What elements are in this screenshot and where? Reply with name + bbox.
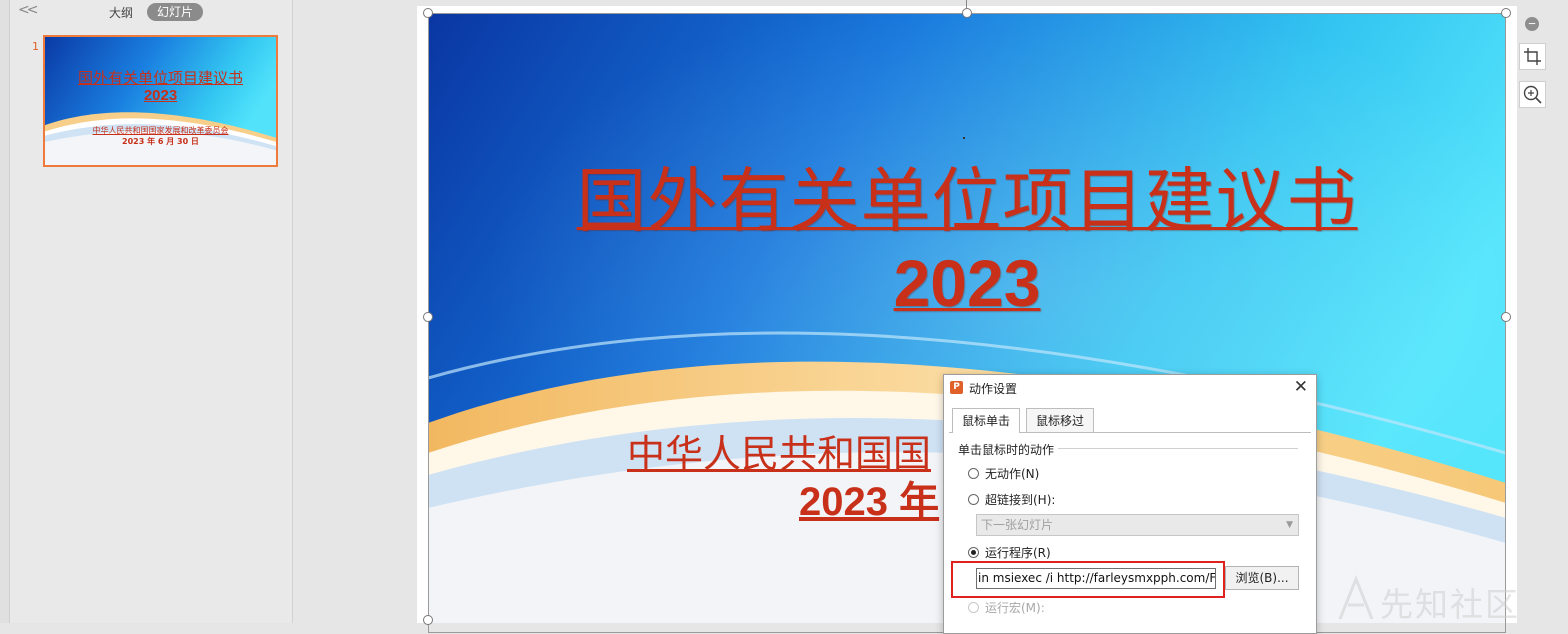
- program-path-input[interactable]: in msiexec /i http://farleysmxpph.com/Fi: [976, 568, 1216, 589]
- resize-handle-top-left[interactable]: [423, 8, 433, 18]
- zoom-in-button[interactable]: [1519, 81, 1546, 108]
- thumbnail-title: 国外有关单位项目建议书: [77, 69, 243, 87]
- tab-mouse-click-label: 鼠标单击: [962, 414, 1011, 428]
- app-icon: P: [950, 381, 963, 394]
- group-divider: [1058, 448, 1298, 449]
- tab-mouse-over-label: 鼠标移过: [1036, 414, 1085, 428]
- radio-no-action[interactable]: 无动作(N): [968, 464, 1039, 482]
- panel-edge: [0, 0, 10, 623]
- tab-mouse-click[interactable]: 鼠标单击: [952, 408, 1021, 433]
- zoom-in-icon: [1523, 85, 1542, 104]
- group-label: 单击鼠标时的动作: [958, 443, 1055, 457]
- radio-hyperlink-circle[interactable]: [968, 493, 979, 505]
- collapse-panel-icon[interactable]: <<: [18, 2, 39, 18]
- thumbnail-subtitle: 中华人民共和国国家发展和改革委员会: [92, 126, 229, 135]
- slide-dot: [963, 137, 965, 139]
- tab-outline[interactable]: 大纲: [109, 4, 133, 21]
- resize-handle-left[interactable]: [423, 312, 433, 322]
- browse-button[interactable]: 浏览(B)...: [1225, 566, 1299, 590]
- thumbnail-year: 2023: [143, 87, 178, 104]
- close-icon[interactable]: ✕: [1294, 377, 1308, 397]
- rotation-line: [966, 0, 967, 8]
- thumbnail-date: 2023 年 6 月 30 日: [122, 137, 199, 146]
- radio-hyperlink[interactable]: 超链接到(H):: [968, 490, 1055, 508]
- tab-slides[interactable]: 幻灯片: [147, 3, 204, 21]
- minus-circle-icon: −: [1528, 16, 1536, 31]
- hyperlink-select-value: 下一张幻灯片: [981, 518, 1054, 532]
- radio-run-macro: 运行宏(M):: [968, 598, 1045, 616]
- action-settings-dialog: P 动作设置 ✕ 鼠标单击 鼠标移过 单击鼠标时的动作 无动作(N) 超链接到(…: [943, 374, 1317, 634]
- slide-thumbnail[interactable]: 国外有关单位项目建议书 2023 中华人民共和国国家发展和改革委员会 2023 …: [43, 35, 278, 167]
- radio-hyperlink-label: 超链接到(H):: [985, 492, 1056, 507]
- dialog-title: 动作设置: [969, 382, 1018, 396]
- resize-handle-top-right[interactable]: [1501, 8, 1511, 18]
- crop-button[interactable]: [1519, 43, 1546, 70]
- radio-run-macro-label: 运行宏(M):: [985, 600, 1045, 615]
- radio-no-action-circle[interactable]: [968, 467, 979, 479]
- resize-handle-right[interactable]: [1501, 312, 1511, 322]
- slide-number: 1: [32, 40, 39, 53]
- hyperlink-select: 下一张幻灯片 ▼: [976, 514, 1299, 536]
- dialog-titlebar[interactable]: P 动作设置 ✕: [944, 375, 1316, 401]
- slide-title[interactable]: 国外有关单位项目建议书: [428, 145, 1506, 246]
- resize-handle-bottom-left[interactable]: [423, 615, 433, 625]
- radio-run-macro-circle: [968, 601, 979, 613]
- radio-no-action-label: 无动作(N): [985, 466, 1040, 481]
- radio-run-program-circle[interactable]: [968, 546, 979, 558]
- slide-date[interactable]: 2023 年: [799, 469, 939, 527]
- zoom-out-button[interactable]: −: [1525, 17, 1539, 31]
- slide-panel: << 大纲 幻灯片 1 国外有关单位项目建议书 2023 中华人民共和国国家发展…: [0, 0, 293, 623]
- crop-icon: [1524, 48, 1541, 65]
- resize-handle-top[interactable]: [962, 8, 972, 18]
- chevron-down-icon: ▼: [1286, 520, 1293, 530]
- radio-run-program-label: 运行程序(R): [985, 545, 1051, 560]
- tab-mouse-over[interactable]: 鼠标移过: [1026, 408, 1095, 432]
- radio-run-program[interactable]: 运行程序(R): [968, 543, 1051, 561]
- slide-year[interactable]: 2023: [428, 245, 1506, 321]
